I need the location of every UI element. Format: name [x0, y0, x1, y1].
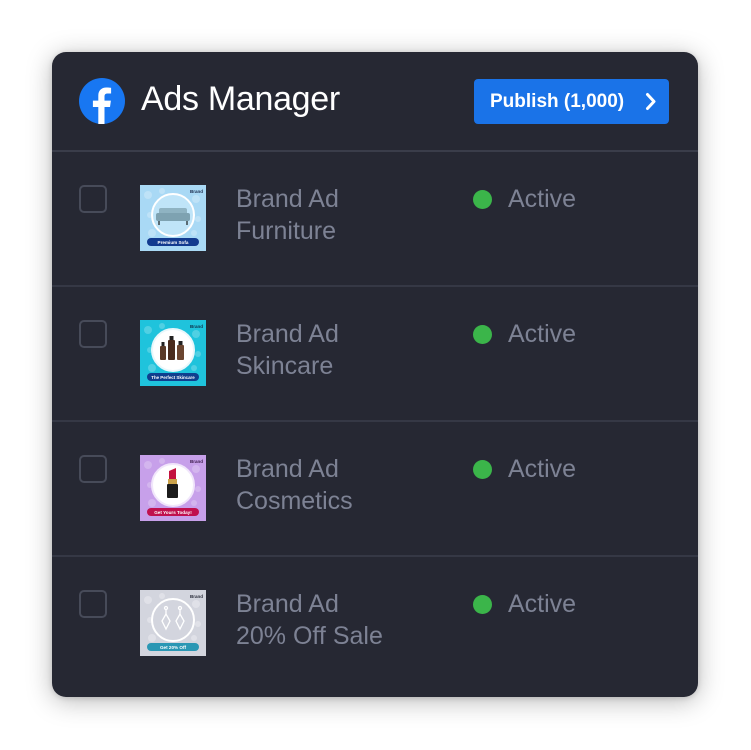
ad-name: Brand Ad Skincare [236, 318, 339, 382]
publish-button[interactable]: Publish (1,000) [474, 79, 669, 124]
thumbnail-caption: The Perfect Skincare [151, 375, 195, 380]
ad-name-line1: Brand Ad [236, 185, 339, 213]
thumbnail-brand: Brand [190, 594, 203, 599]
header: Ads Manager Publish (1,000) [52, 52, 698, 152]
row-checkbox[interactable] [79, 590, 107, 618]
status-dot [473, 459, 492, 479]
ad-thumbnail-sale[interactable]: Brand Get 20% Off [140, 590, 206, 656]
thumbnail-caption: Premium Sofa [158, 240, 189, 245]
ad-thumbnail-skincare[interactable]: Brand The Perfect Skincare [140, 320, 206, 386]
status-label: Active [508, 455, 577, 483]
ad-thumbnail-cosmetics[interactable]: Brand Get Yours Today! [140, 455, 206, 521]
row-checkbox[interactable] [79, 185, 107, 213]
thumbnail-brand: Brand [190, 459, 203, 464]
ad-row[interactable]: Brand Get 20% Off Brand Ad 20% Off Sale … [52, 557, 698, 690]
ads-manager-card: Ads Manager Publish (1,000) Brand Premiu… [52, 52, 698, 697]
ad-name: Brand Ad 20% Off Sale [236, 588, 383, 652]
thumbnail-caption: Get Yours Today! [154, 510, 192, 515]
status-label: Active [508, 185, 577, 213]
row-checkbox[interactable] [79, 320, 107, 348]
ad-name-line2: Cosmetics [236, 487, 353, 515]
ad-row[interactable]: Brand Get Yours Today! Brand Ad Cosmetic… [52, 422, 698, 557]
status-dot [473, 189, 492, 209]
ad-name: Brand Ad Cosmetics [236, 453, 353, 517]
ad-row[interactable]: Brand Premium Sofa Brand Ad Furniture Ac… [52, 152, 698, 287]
row-checkbox[interactable] [79, 455, 107, 483]
ad-name-line1: Brand Ad [236, 455, 339, 483]
status-dot [473, 324, 492, 344]
status-label: Active [508, 320, 577, 348]
ad-name-line1: Brand Ad [236, 590, 339, 618]
ad-name-line2: Furniture [236, 217, 337, 245]
ad-row[interactable]: Brand The Perfect Skincare Brand Ad Skin… [52, 287, 698, 422]
thumbnail-caption: Get 20% Off [160, 645, 187, 650]
thumbnail-brand: Brand [190, 324, 203, 329]
status: Active [473, 318, 576, 350]
ad-name-line2: 20% Off Sale [236, 622, 383, 650]
thumbnail-brand: Brand [190, 189, 203, 194]
ad-name: Brand Ad Furniture [236, 183, 339, 247]
chevron-right-icon [646, 93, 656, 110]
status: Active [473, 183, 576, 215]
status-label: Active [508, 590, 577, 618]
status: Active [473, 588, 576, 620]
status-dot [473, 594, 492, 614]
ad-name-line1: Brand Ad [236, 320, 339, 348]
facebook-icon [79, 78, 125, 124]
ad-thumbnail-furniture[interactable]: Brand Premium Sofa [140, 185, 206, 251]
ad-name-line2: Skincare [236, 352, 334, 380]
publish-button-label: Publish (1,000) [490, 90, 625, 112]
app-title: Ads Manager [141, 80, 340, 118]
status: Active [473, 453, 576, 485]
